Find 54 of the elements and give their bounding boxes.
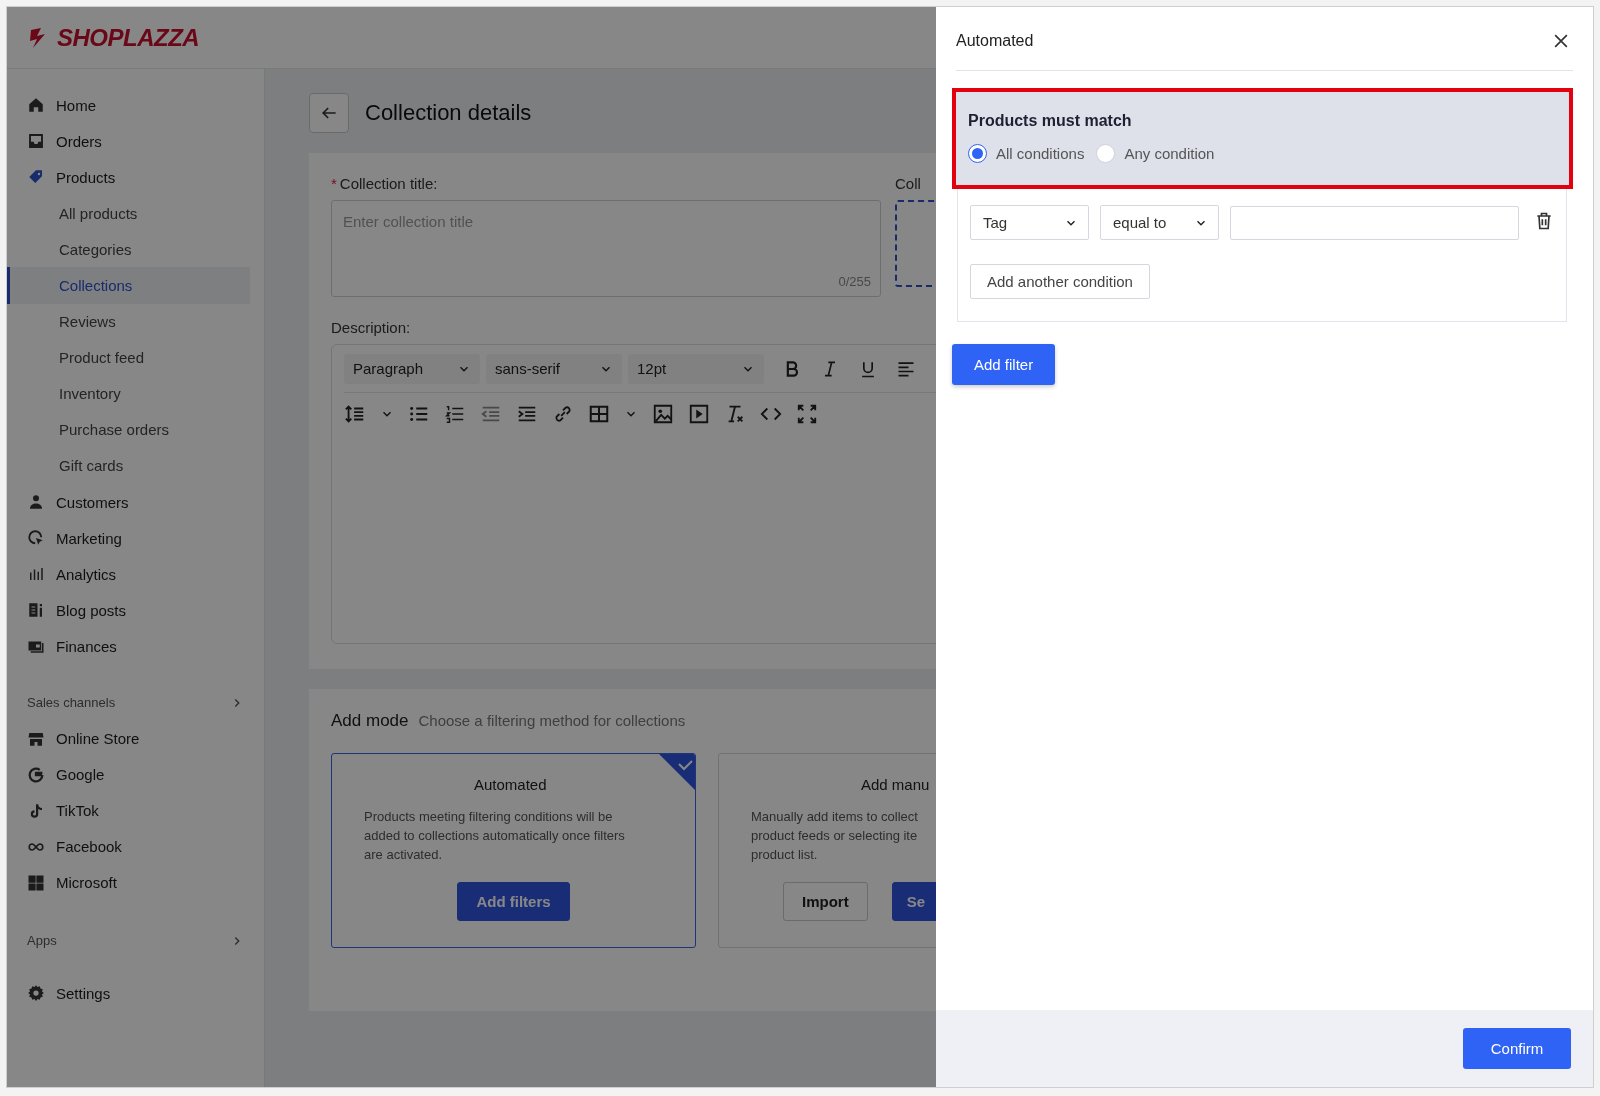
nav-item[interactable]: Marketing bbox=[7, 520, 264, 557]
nav-item[interactable]: Facebook bbox=[7, 828, 264, 865]
option-description: Products meeting filtering conditions will be added to collections automatically once filters are activated. bbox=[363, 808, 625, 864]
nav-item[interactable]: Home bbox=[7, 87, 264, 124]
action-button[interactable]: Se bbox=[891, 882, 936, 921]
section-heading: Apps bbox=[27, 933, 57, 949]
nav-subitem[interactable]: Inventory bbox=[7, 375, 250, 412]
text-editor[interactable]: Paragraph sans-serif 12pt bbox=[331, 344, 936, 644]
required-mark: * bbox=[331, 175, 337, 192]
nav-item[interactable]: Customers bbox=[7, 484, 264, 521]
option-description: Manually add items to collect product feeds or selecting ite product list. bbox=[750, 808, 918, 864]
nav-subitem[interactable]: Product feed bbox=[7, 339, 250, 376]
nav-item[interactable]: Products bbox=[7, 159, 264, 196]
format-select[interactable]: 12pt bbox=[628, 353, 764, 384]
option-title: Automated bbox=[473, 776, 547, 793]
nav-item[interactable]: Microsoft bbox=[7, 864, 264, 901]
format-select[interactable]: sans-serif bbox=[486, 353, 622, 384]
operator-select[interactable]: equal to bbox=[1100, 205, 1219, 240]
nav-item[interactable]: Google bbox=[7, 756, 264, 793]
nav-item[interactable]: TikTok bbox=[7, 792, 264, 829]
panel-title: Automated bbox=[956, 31, 1034, 50]
nav-item[interactable]: Settings bbox=[7, 974, 264, 1012]
nav-item[interactable]: Online Store bbox=[7, 720, 264, 757]
option-title: Add manu bbox=[860, 776, 930, 793]
nav-subitem[interactable]: Collections bbox=[7, 267, 250, 304]
field-select[interactable]: Tag bbox=[970, 205, 1089, 240]
section-title: Add mode bbox=[331, 711, 409, 731]
radio-option[interactable]: All conditions bbox=[968, 144, 1085, 163]
radio-option[interactable]: Any condition bbox=[1096, 144, 1215, 163]
confirm-button[interactable]: Confirm bbox=[1463, 1028, 1571, 1069]
nav-item[interactable]: Finances bbox=[7, 628, 264, 665]
nav-subitem[interactable]: Categories bbox=[7, 231, 250, 268]
group-label: Products must match bbox=[968, 112, 1133, 130]
add-filter-button[interactable]: Add filter bbox=[952, 344, 1056, 385]
nav-item[interactable]: Orders bbox=[7, 123, 264, 160]
field-label: Coll bbox=[895, 175, 921, 192]
action-button[interactable]: Import bbox=[783, 882, 868, 921]
nav-subitem[interactable]: Purchase orders bbox=[7, 411, 250, 448]
nav-item[interactable]: Analytics bbox=[7, 556, 264, 593]
character-counter: 0/255 bbox=[838, 274, 871, 289]
action-button[interactable]: Add filters bbox=[457, 882, 570, 921]
field-label: Collection title: bbox=[339, 175, 438, 192]
page-title: Collection details bbox=[365, 100, 532, 126]
format-select[interactable]: Paragraph bbox=[344, 353, 480, 384]
add-condition-button[interactable]: Add another condition bbox=[970, 264, 1150, 299]
logo: SHOPLAZZA bbox=[57, 23, 200, 52]
mode-option-card[interactable]: Automated Products meeting filtering conditions will be added to collections automatically once filters are activated. Add filters bbox=[331, 753, 696, 948]
nav-subitem[interactable]: All products bbox=[7, 195, 250, 232]
section-subtitle: Choose a filtering method for collections bbox=[418, 712, 686, 729]
nav-subitem[interactable]: Gift cards bbox=[7, 447, 250, 485]
section-heading: Sales channels bbox=[27, 695, 116, 710]
nav-subitem[interactable]: Reviews bbox=[7, 303, 250, 340]
field-label: Description: bbox=[331, 319, 411, 336]
nav-item[interactable]: Blog posts bbox=[7, 592, 264, 629]
